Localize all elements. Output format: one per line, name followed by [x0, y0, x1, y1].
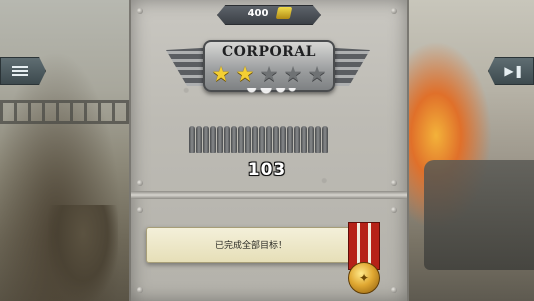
bullet-icon [308, 126, 314, 153]
bullet-icon [294, 126, 300, 153]
bullet-icon [203, 126, 209, 153]
star-filled-icon: ★ [235, 62, 255, 86]
star-empty-icon: ★ [259, 62, 279, 86]
bullet-icon [196, 126, 202, 153]
bullet-icon [224, 126, 230, 153]
menu-list-icon [12, 65, 28, 77]
panel-divider [131, 191, 407, 199]
rivet [137, 180, 143, 186]
medal-icon: ✦ [348, 262, 380, 294]
shots-count: 103 [247, 160, 287, 180]
bullet-icon [245, 126, 251, 153]
menu-button[interactable] [0, 57, 46, 85]
bullet-icon [238, 126, 244, 153]
gold-bars-icon [275, 7, 293, 19]
next-level-icon: ▶❚ [504, 64, 524, 78]
bullet-icon [315, 126, 321, 153]
tank-graphic [424, 160, 534, 270]
bullet-icon [280, 126, 286, 153]
rivet [391, 8, 397, 14]
soldier-graphic [48, 205, 118, 301]
rivet [391, 180, 397, 186]
rivet [391, 287, 397, 293]
bullet-icon [231, 126, 237, 153]
star-empty-icon: ★ [283, 62, 303, 86]
bullet-icon [252, 126, 258, 153]
ammo-row [189, 125, 347, 153]
rivet [137, 207, 143, 213]
eagle-emblem-icon: ✦ [358, 271, 370, 285]
rivet [137, 287, 143, 293]
bullet-icon [273, 126, 279, 153]
rivet [137, 8, 143, 14]
background-scene-left [0, 0, 140, 301]
bullet-icon [189, 126, 195, 153]
rank-title: CORPORAL [221, 44, 317, 60]
star-empty-icon: ★ [307, 62, 327, 86]
objective-text: 已完成全部目标！ [214, 241, 287, 251]
score-value: 400 [247, 8, 269, 19]
bullet-icon [210, 126, 216, 153]
paint-splash-graphic [240, 88, 298, 110]
bullet-icon [259, 126, 265, 153]
bullet-icon [287, 126, 293, 153]
background-scene-right [394, 0, 534, 301]
bullet-icon [301, 126, 307, 153]
rivet [391, 207, 397, 213]
bridge-graphic [0, 100, 140, 124]
next-level-button[interactable]: ▶❚ [488, 57, 534, 85]
bullet-icon [217, 126, 223, 153]
rank-stars: ★ ★ ★ ★ ★ [209, 63, 329, 85]
bullet-icon [266, 126, 272, 153]
bullet-icon [322, 126, 328, 153]
star-filled-icon: ★ [211, 62, 231, 86]
